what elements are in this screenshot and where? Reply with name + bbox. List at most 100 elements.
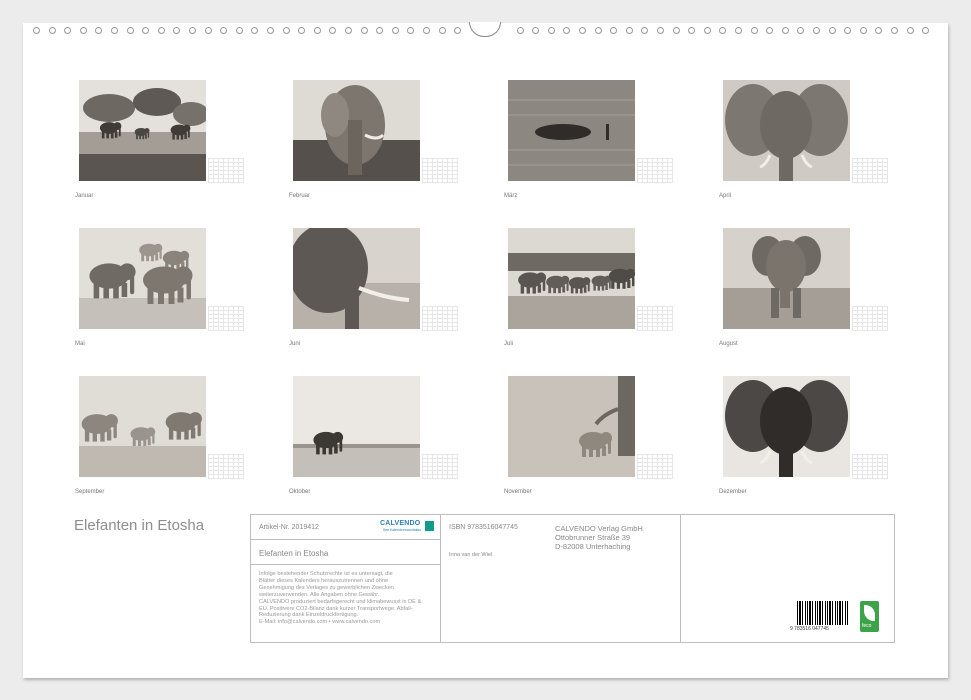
binding-ring: [189, 27, 196, 34]
binding-ring: [142, 27, 150, 34]
legal-line: E-Mail: info@calvendo.com • www.calvendo…: [259, 619, 381, 626]
binding-ring: [672, 27, 680, 34]
article-number: Artikel-Nr. 2019412: [259, 524, 319, 531]
calvendo-logo: CALVENDO Ihre Kalendermanufaktur: [380, 520, 438, 536]
isbn: ISBN 9783516047745: [449, 524, 518, 531]
mini-calendar-grid: [852, 158, 888, 183]
binding-ring: [376, 27, 384, 34]
divider: [680, 515, 681, 642]
binding-ring: [516, 27, 524, 34]
author: Irma van der Wiel: [449, 552, 493, 558]
logo-text: CALVENDO: [380, 520, 421, 527]
binding-ring: [766, 27, 774, 34]
divider: [251, 539, 440, 540]
month-juli: Juli: [504, 228, 678, 368]
elephant-photo: [508, 80, 635, 181]
month-oktober: Oktober: [289, 376, 463, 516]
month-label: August: [719, 341, 738, 347]
mini-calendar-grid: [422, 158, 458, 183]
elephant-photo: [79, 80, 206, 181]
month-label: April: [719, 193, 732, 199]
binding-ring: [797, 27, 805, 34]
month-label: Mai: [75, 341, 85, 347]
barcode-bars: [797, 601, 849, 625]
binding-ring: [579, 27, 586, 34]
binding-ring: [813, 27, 820, 34]
mini-calendar-grid: [208, 158, 244, 183]
info-panel: Artikel-Nr. 2019412 CALVENDO Ihre Kalend…: [250, 514, 895, 643]
legal-line: CALVENDO produziert bedarfsgerecht und k…: [259, 598, 422, 605]
binding-ring: [891, 27, 898, 34]
mini-calendar-grid: [637, 454, 673, 479]
month-label: Dezember: [719, 489, 747, 495]
binding-ring: [251, 27, 259, 34]
legal-line: EU. Positivere CO2-Bilanz dank kurzer Tr…: [259, 605, 413, 612]
logo-mark: [425, 521, 434, 531]
eco-label: feco: [862, 623, 872, 629]
binding-ring: [703, 27, 711, 34]
elephant-photo: [79, 376, 206, 477]
binding-ring: [641, 27, 649, 34]
month-label: Oktober: [289, 489, 311, 495]
publisher-line: D-82008 Unterhaching: [555, 542, 631, 551]
binding-ring: [454, 27, 462, 34]
binding-ring: [313, 27, 321, 34]
binding-ring: [391, 27, 399, 34]
binding-ring: [345, 27, 352, 34]
binding-ring: [220, 27, 228, 34]
mini-calendar-grid: [422, 306, 458, 331]
barcode: 9 783516 047745: [790, 601, 849, 632]
binding-ring: [360, 27, 368, 34]
barcode-number: 9 783516 047745: [790, 626, 829, 632]
elephant-photo: [508, 376, 635, 477]
binding-ring: [438, 27, 446, 34]
binding-ring: [875, 27, 883, 34]
elephant-photo: [723, 228, 850, 329]
month-märz: März: [504, 80, 678, 220]
binding-ring: [828, 27, 836, 34]
month-september: September: [75, 376, 249, 516]
binding-ring: [735, 27, 742, 34]
month-label: Februar: [289, 193, 311, 199]
elephant-photo: [293, 80, 420, 181]
binding-ring: [781, 27, 789, 34]
elephant-photo: [293, 376, 420, 477]
month-april: April: [719, 80, 893, 220]
binding-ring: [329, 27, 337, 34]
binding-ring: [625, 27, 633, 34]
binding-ring: [594, 27, 602, 34]
publisher-line: Ottobrunner Straße 39: [555, 533, 631, 542]
elephant-photo: [508, 228, 635, 329]
eco-badge: feco: [860, 601, 879, 632]
mini-calendar-grid: [422, 454, 458, 479]
binding-ring: [48, 27, 56, 34]
month-august: August: [719, 228, 893, 368]
legal-line: Genehmigung des Verlages zu gewerblichen…: [259, 584, 394, 591]
mini-calendar-grid: [852, 454, 888, 479]
calendar-sheet: Januar Februar März April Mai Juni Juli …: [23, 22, 948, 678]
legal-line: Reduzierung dank Einzeldruckfertigung.: [259, 612, 359, 619]
month-label: November: [504, 489, 532, 495]
logo-subtitle: Ihre Kalendermanufaktur: [383, 528, 422, 532]
elephant-photo: [293, 228, 420, 329]
month-februar: Februar: [289, 80, 463, 220]
leaf-icon: [864, 605, 875, 621]
month-juni: Juni: [289, 228, 463, 368]
month-label: März: [504, 193, 518, 199]
month-dezember: Dezember: [719, 376, 893, 516]
mini-calendar-grid: [852, 306, 888, 331]
binding-ring: [407, 27, 415, 34]
binding-ring: [859, 27, 867, 34]
calendar-title: Elefanten in Etosha: [74, 517, 205, 534]
binding-ring: [235, 27, 243, 34]
mini-calendar-grid: [208, 306, 244, 331]
binding-ring: [173, 27, 181, 34]
month-januar: Januar: [75, 80, 249, 220]
product-title: Elefanten in Etosha: [259, 549, 329, 558]
legal-notice: Infolge bestehender Schutzrechte ist es …: [259, 571, 441, 626]
binding-ring: [79, 27, 87, 34]
month-label: September: [75, 489, 105, 495]
binding-ring: [719, 27, 727, 34]
binding-ring: [657, 27, 664, 34]
month-label: Juni: [289, 341, 301, 347]
